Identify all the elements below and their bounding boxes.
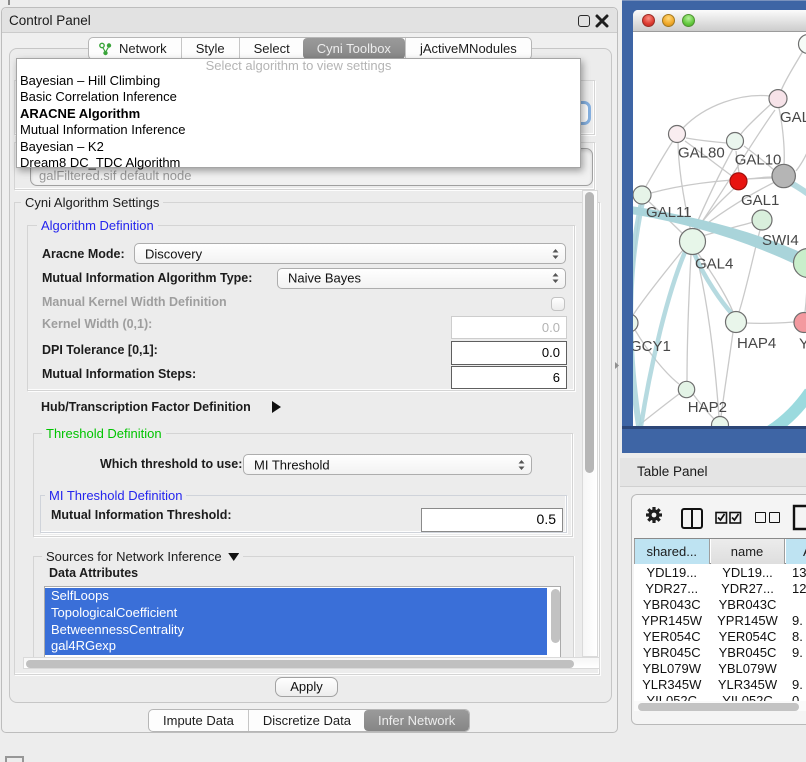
svg-text:HAP4: HAP4: [737, 335, 776, 352]
svg-text:GAL1: GAL1: [741, 192, 779, 209]
svg-text:SWI4: SWI4: [762, 232, 799, 249]
svg-text:GCY1: GCY1: [633, 338, 671, 355]
svg-text:GAL80: GAL80: [678, 145, 725, 162]
svg-text:Y: Y: [799, 336, 806, 353]
svg-text:GAL4: GAL4: [695, 256, 733, 273]
svg-text:HAP2: HAP2: [688, 399, 727, 416]
svg-text:GAL11: GAL11: [646, 204, 692, 221]
svg-text:GAL: GAL: [780, 109, 806, 126]
svg-text:GAL10: GAL10: [735, 152, 782, 169]
